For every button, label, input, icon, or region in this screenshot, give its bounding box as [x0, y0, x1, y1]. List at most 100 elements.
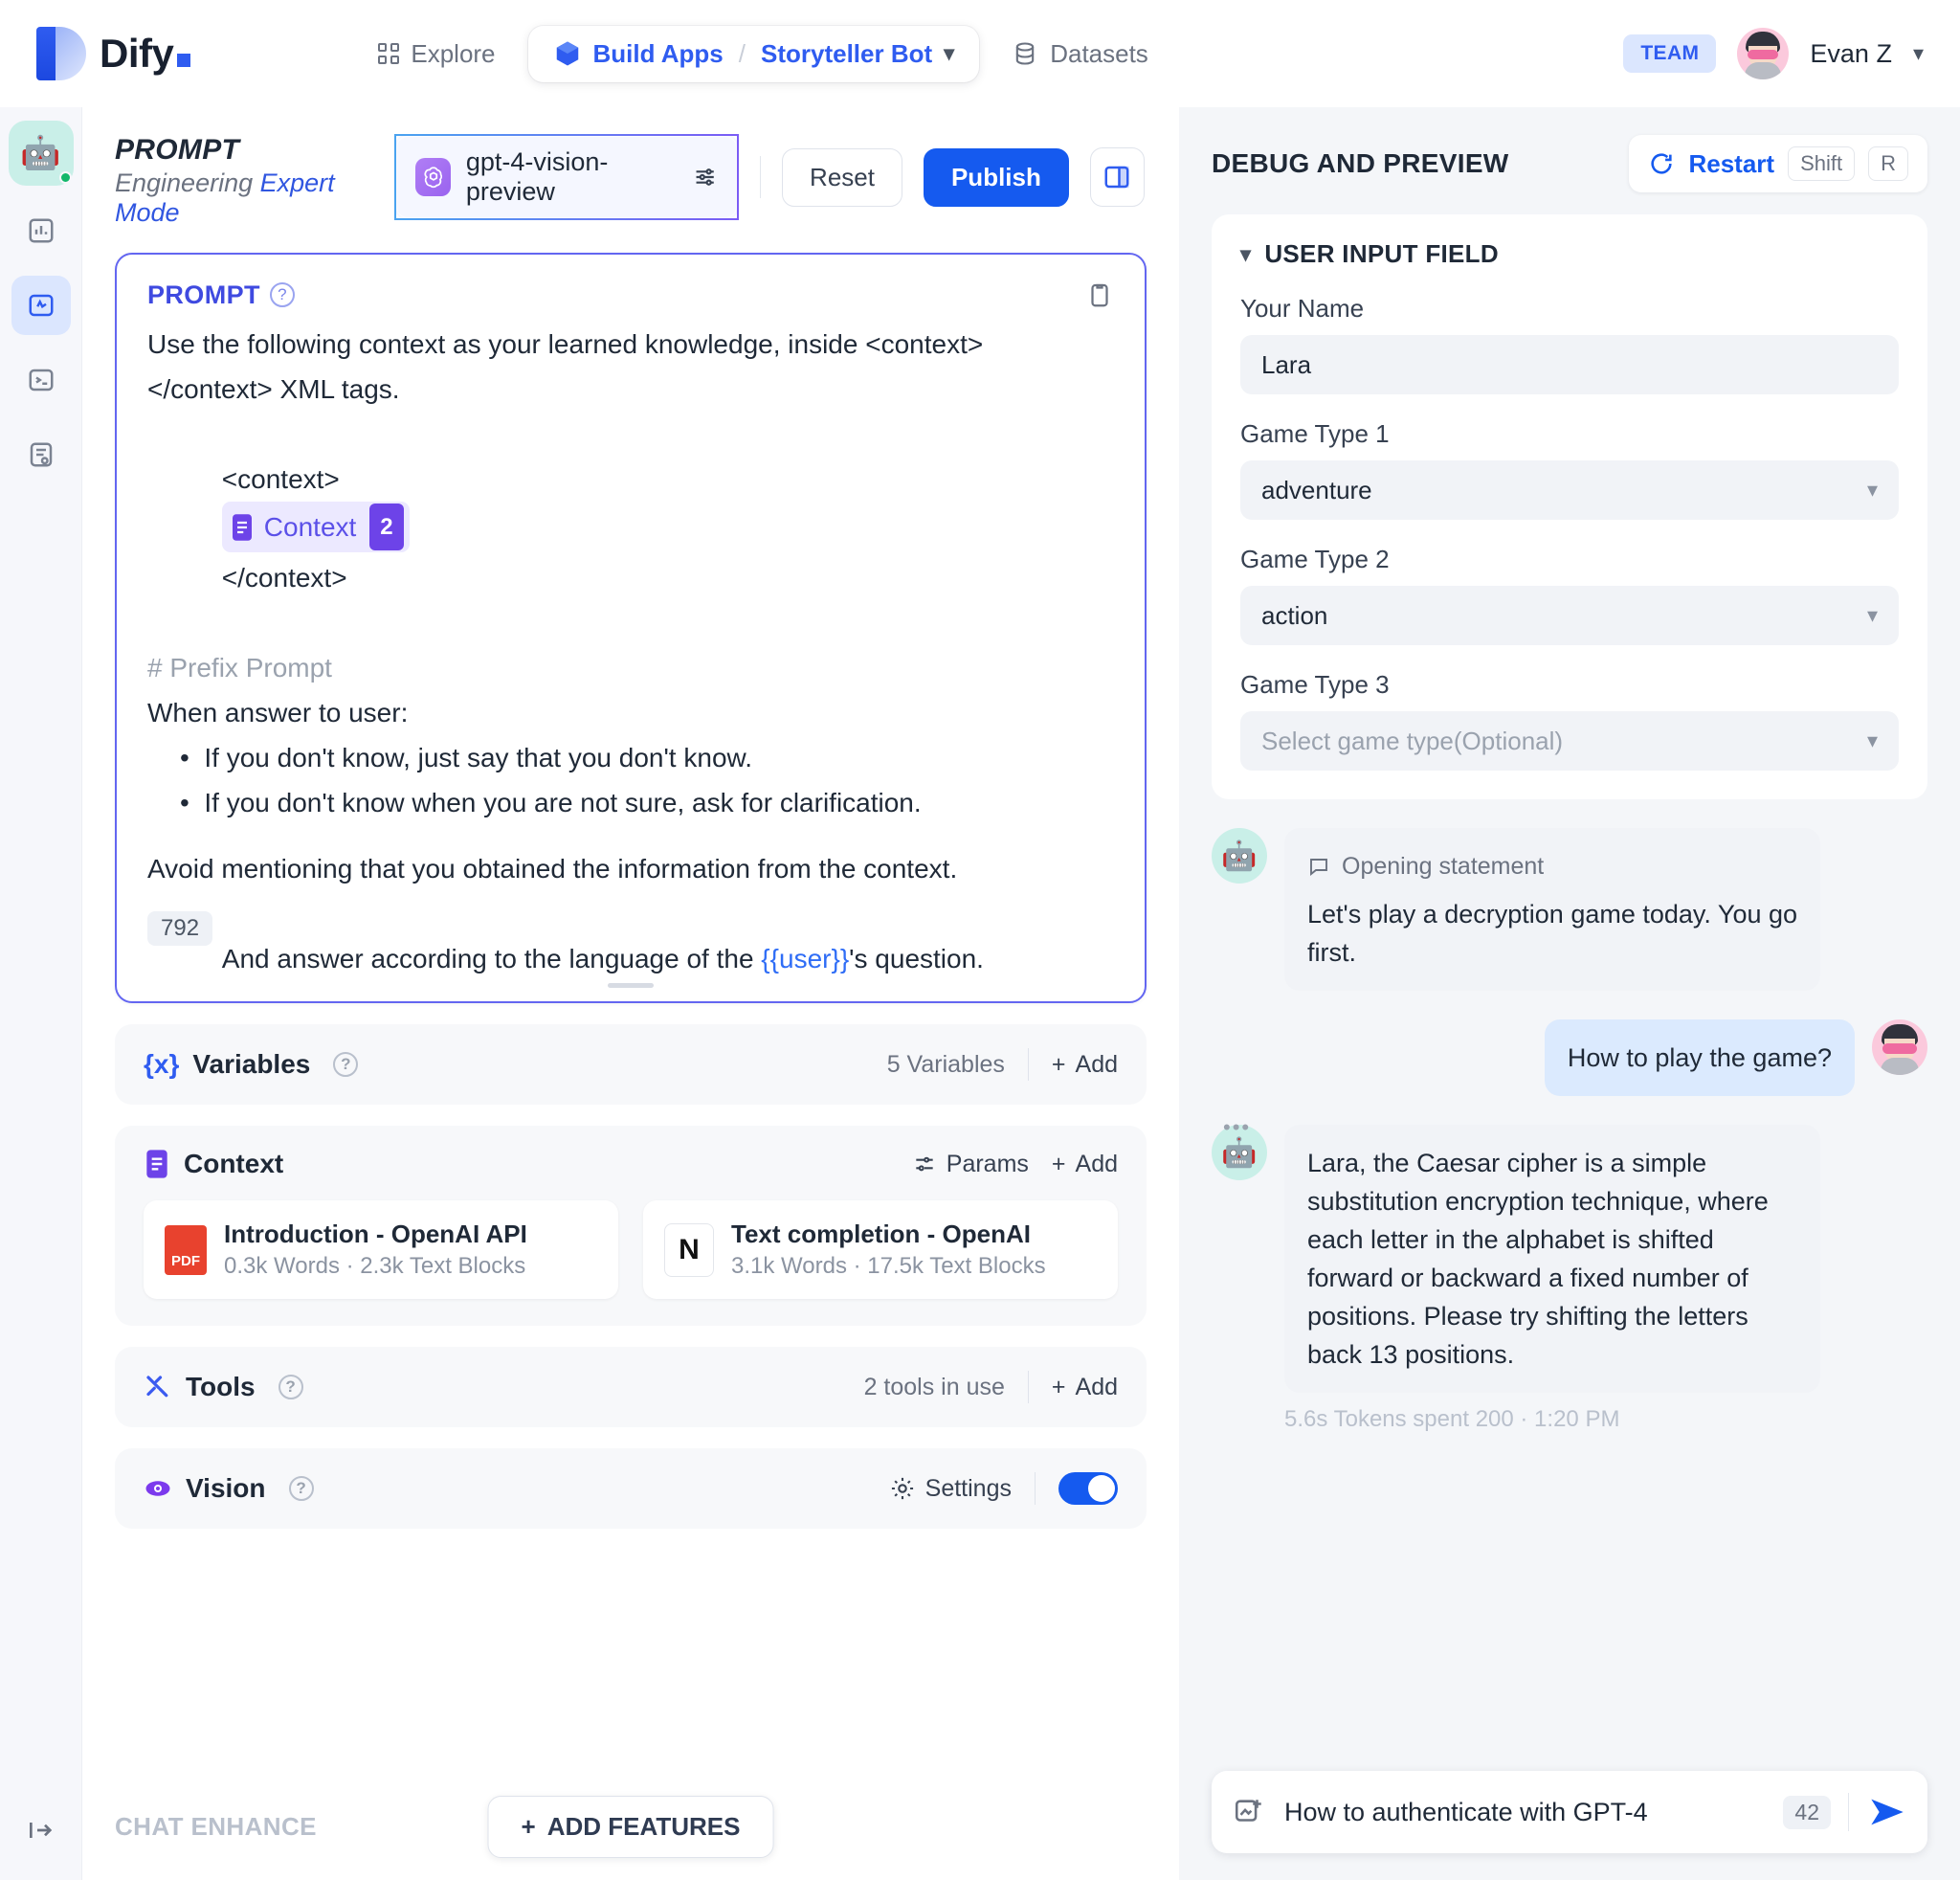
prompt-editor-card[interactable]: PROMPT ? Use the following context as yo… [115, 253, 1147, 1003]
copy-icon[interactable] [1085, 280, 1114, 310]
page-title: PROMPT Engineering Expert Mode [115, 134, 394, 228]
vision-actions: Settings [889, 1472, 1118, 1505]
user-name-label[interactable]: Evan Z [1810, 39, 1892, 69]
add-variable-button[interactable]: + Add [1052, 1051, 1118, 1079]
message-metadata: 5.6s Tokens spent 200 · 1:20 PM [1284, 1406, 1620, 1432]
add-image-icon[interactable] [1233, 1796, 1265, 1828]
debug-preview-title: DEBUG AND PREVIEW [1212, 148, 1509, 178]
chevron-down-icon: ▾ [1866, 603, 1878, 627]
chat-input-value[interactable]: How to authenticate with GPT-4 [1284, 1798, 1783, 1827]
help-icon[interactable]: ? [269, 282, 295, 307]
user-variable[interactable]: {{user}} [761, 944, 849, 974]
list-item[interactable]: PDF Introduction - OpenAI API 0.3k Words… [144, 1200, 618, 1299]
tools-icon [146, 1376, 168, 1398]
model-name-label: gpt-4-vision-preview [465, 147, 609, 206]
openai-icon [415, 158, 451, 196]
context-actions: Params + Add [912, 1151, 1118, 1178]
chevron-down-icon[interactable]: ▾ [1913, 41, 1924, 66]
variables-count: 5 Variables [886, 1050, 1005, 1078]
toggle-preview-panel-button[interactable] [1089, 147, 1145, 207]
nav-app-name[interactable]: Storyteller Bot ▾ [761, 39, 954, 69]
chat-enhance-label: CHAT ENHANCE [115, 1811, 317, 1841]
publish-button[interactable]: Publish [923, 147, 1069, 207]
add-context-button[interactable]: + Add [1052, 1151, 1118, 1178]
panel-right-icon [1104, 166, 1129, 189]
context-section: Context Params + Add PDF Introduction - … [115, 1126, 1147, 1326]
message-bubble: Lara, the Caesar cipher is a simple subs… [1284, 1125, 1820, 1393]
eye-icon [145, 1481, 170, 1496]
context-header: Context Params + Add [144, 1149, 1118, 1179]
context-params-button[interactable]: Params [912, 1151, 1029, 1178]
restart-icon [1651, 153, 1673, 174]
model-selector[interactable]: gpt-4-vision-preview [394, 134, 740, 220]
rail-item-overview[interactable] [11, 201, 71, 260]
kbd-shift: Shift [1788, 146, 1856, 181]
prompt-editor-body[interactable]: Use the following context as your learne… [117, 318, 1145, 1001]
rail-item-orchestrate[interactable] [11, 276, 71, 335]
clipboard-icon [1091, 283, 1108, 307]
when-answer-line: When answer to user: [147, 697, 409, 727]
context-chip[interactable]: Context 2 [221, 502, 410, 552]
message-bubble: How to play the game? [1544, 1019, 1855, 1096]
list-item[interactable]: N Text completion - OpenAI 3.1k Words · … [643, 1200, 1118, 1299]
avatar[interactable] [1737, 28, 1790, 79]
chevron-down-icon: ▾ [1866, 728, 1878, 752]
field-label-your-name: Your Name [1240, 294, 1365, 323]
rail-collapse-button[interactable] [26, 1815, 56, 1846]
add-tool-button[interactable]: + Add [1052, 1374, 1118, 1401]
message-icon [1310, 859, 1327, 876]
message-bot-answer: ••• 🤖 Lara, the Caesar cipher is a simple… [1212, 1115, 1927, 1393]
send-icon [1871, 1799, 1904, 1825]
game-type-1-select[interactable]: adventure ▾ [1240, 460, 1899, 520]
resize-handle[interactable] [608, 983, 654, 988]
help-icon[interactable]: ? [288, 1476, 314, 1501]
debug-preview-panel: DEBUG AND PREVIEW Restart Shift R ▾ USER… [1179, 107, 1960, 1880]
help-icon[interactable]: ? [333, 1052, 359, 1077]
prompt-editor-header: PROMPT ? [117, 255, 1145, 318]
sliders-icon[interactable] [692, 163, 718, 191]
rail-item-api[interactable] [11, 350, 71, 410]
restart-label: Restart [1688, 148, 1775, 178]
debug-preview-header: DEBUG AND PREVIEW Restart Shift R [1212, 130, 1927, 197]
prompt-editor-label: PROMPT [147, 280, 260, 309]
chevron-down-icon: ▾ [1240, 241, 1252, 266]
your-name-input[interactable]: Lara [1240, 335, 1899, 394]
send-button[interactable] [1868, 1796, 1906, 1828]
kbd-r: R [1868, 146, 1908, 181]
vision-toggle[interactable] [1058, 1472, 1118, 1505]
gear-icon [891, 1477, 913, 1500]
add-features-button[interactable]: + ADD FEATURES [487, 1795, 774, 1858]
nav-explore[interactable]: Explore [363, 28, 510, 80]
prompt-line-2: </context> XML tags. [147, 374, 400, 404]
left-rail: 🤖 [0, 107, 82, 1880]
variables-section: {x} Variables ? 5 Variables + Add [115, 1024, 1147, 1105]
restart-button[interactable]: Restart Shift R [1629, 135, 1927, 192]
prefix-prompt-heading: # Prefix Prompt [147, 652, 332, 683]
nav-app-name-label: Storyteller Bot [761, 38, 933, 68]
dataset-meta: 3.1k Words · 17.5k Text Blocks [731, 1253, 1046, 1279]
tools-section: Tools ? 2 tools in use + Add [115, 1347, 1147, 1427]
database-icon [1015, 42, 1035, 65]
user-input-field-title: USER INPUT FIELD [1264, 239, 1499, 268]
game-type-3-select[interactable]: Select game type(Optional) ▾ [1240, 711, 1899, 771]
context-title: Context [144, 1149, 283, 1179]
reset-button[interactable]: Reset [782, 147, 902, 207]
nav-build-apps[interactable]: Build Apps [553, 39, 724, 69]
field-label-game-type-2: Game Type 2 [1240, 545, 1390, 573]
dify-logo[interactable]: Dify [36, 27, 191, 80]
rail-item-logs[interactable] [11, 425, 71, 484]
chat-input-count: 42 [1783, 1795, 1831, 1829]
game-type-2-select[interactable]: action ▾ [1240, 586, 1899, 645]
help-icon[interactable]: ? [278, 1375, 303, 1399]
context-open-tag: <context> [221, 464, 340, 494]
bot-avatar: 🤖 [1212, 828, 1267, 884]
chat-input-bar[interactable]: How to authenticate with GPT-4 42 [1212, 1771, 1927, 1853]
nav-build-apps-pill[interactable]: Build Apps / Storyteller Bot ▾ [527, 25, 980, 82]
dataset-name: Text completion - OpenAI [731, 1220, 1031, 1248]
vision-settings-button[interactable]: Settings [889, 1475, 1012, 1503]
rail-app-avatar[interactable]: 🤖 [8, 121, 74, 186]
logs-icon [30, 442, 52, 467]
nav-datasets[interactable]: Datasets [996, 28, 1164, 80]
user-input-field-header[interactable]: ▾ USER INPUT FIELD [1240, 239, 1899, 269]
